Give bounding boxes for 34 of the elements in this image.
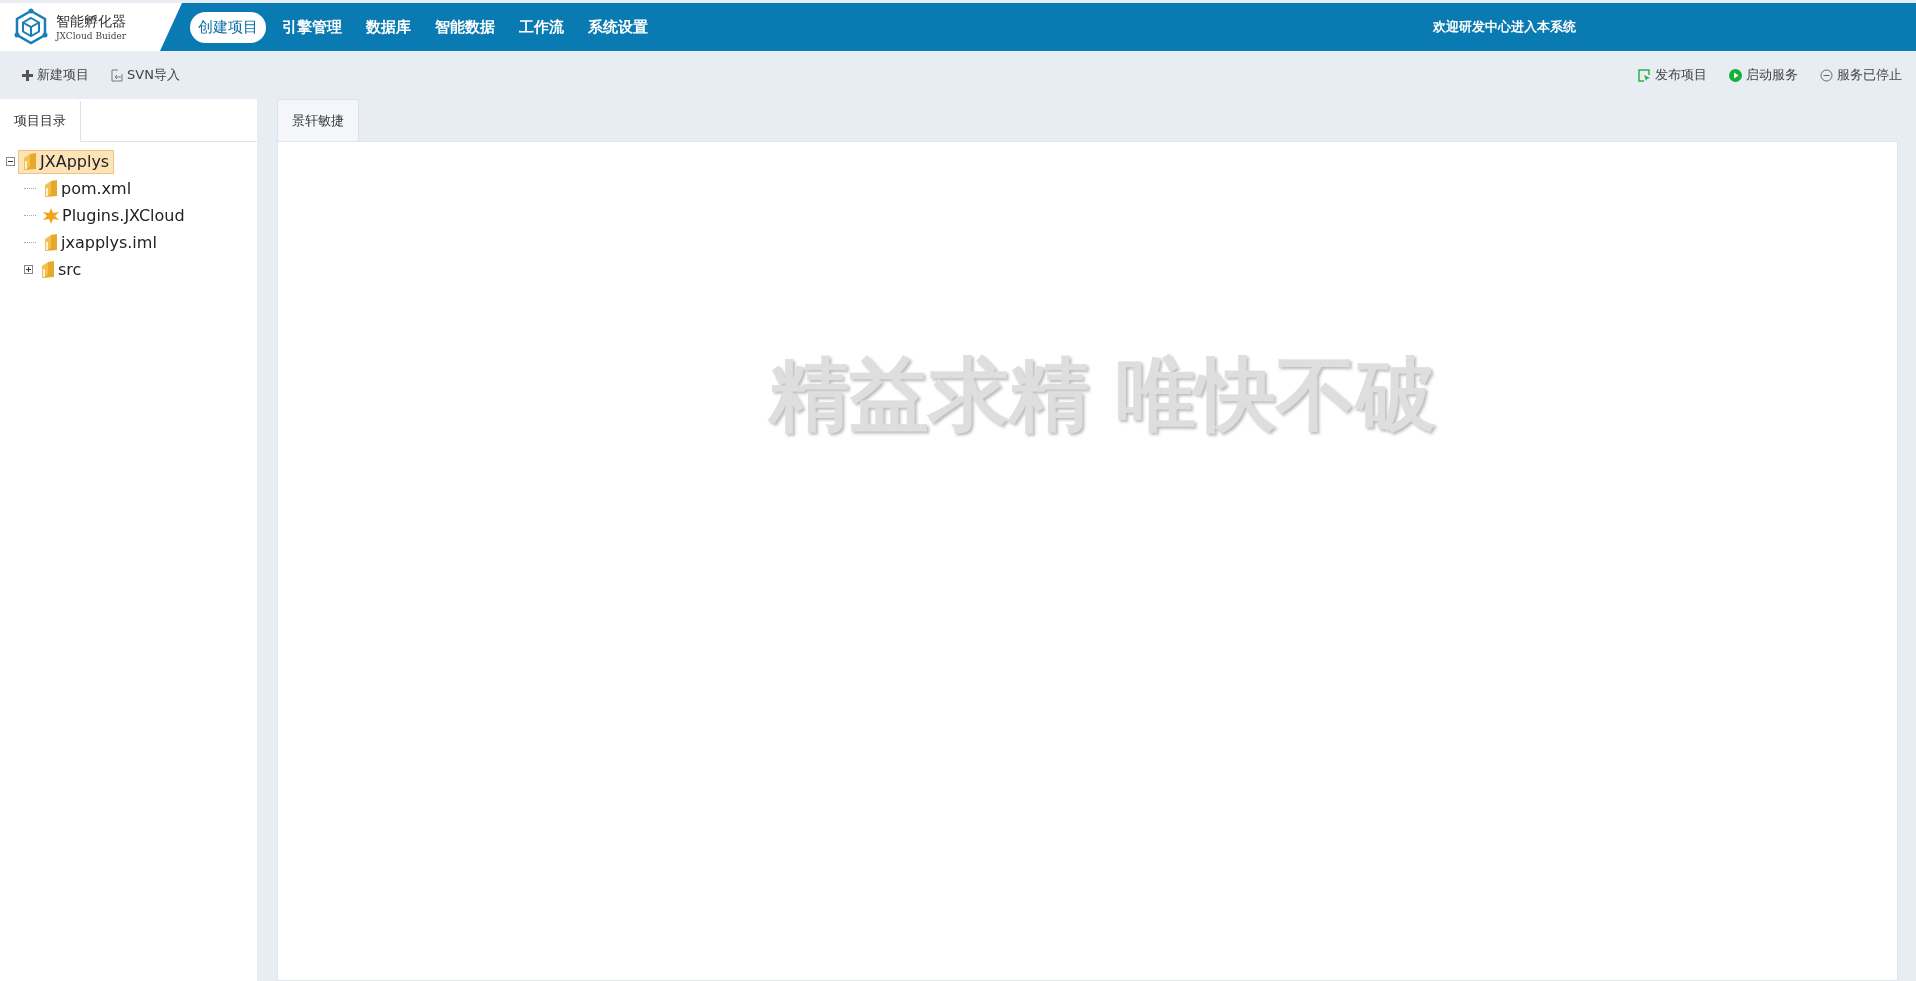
tree-item[interactable]: JXApplys — [18, 149, 115, 174]
collapse-toggle-icon[interactable] — [6, 157, 15, 166]
folder-icon — [21, 151, 38, 172]
minus-circle-icon — [1820, 68, 1833, 82]
folder-icon — [42, 232, 59, 253]
import-icon — [111, 68, 123, 82]
play-icon — [1729, 68, 1742, 82]
tree-item[interactable]: pom.xml — [39, 176, 137, 201]
welcome-text: 欢迎研发中心进入本系统 — [1433, 18, 1576, 36]
content-tab[interactable]: 景轩敏捷 — [277, 99, 359, 142]
tree-item[interactable]: src — [36, 257, 87, 282]
nav-tab[interactable]: 工作流 — [511, 11, 572, 43]
tree-item[interactable]: Plugins.JXCloud — [39, 204, 190, 227]
tree-item[interactable]: jxapplys.iml — [39, 230, 162, 255]
nav-tab[interactable]: 数据库 — [358, 11, 419, 43]
folder-icon — [42, 178, 59, 199]
toolbar-button[interactable]: 启动服务 — [1727, 64, 1800, 86]
logo-title: 智能孵化器 — [56, 13, 127, 31]
toolbar-button[interactable]: 服务已停止 — [1818, 64, 1904, 86]
toolbar-button[interactable]: SVN导入 — [109, 64, 182, 86]
nav-tab[interactable]: 智能数据 — [427, 11, 503, 43]
logo-subtitle: JXCloud Buider — [56, 31, 127, 41]
publish-icon — [1638, 68, 1651, 82]
nav-tab[interactable]: 系统设置 — [580, 11, 656, 43]
toolbar-button[interactable]: 发布项目 — [1636, 64, 1709, 86]
cube-logo-icon — [12, 8, 50, 46]
toolbar-button[interactable]: 新建项目 — [20, 64, 91, 86]
nav-tab[interactable]: 创建项目 — [190, 11, 266, 43]
nav-tab[interactable]: 引擎管理 — [274, 11, 350, 43]
sidebar-tab[interactable]: 项目目录 — [0, 100, 81, 142]
slogan-text: 精益求精 唯快不破 — [768, 347, 1437, 442]
folder-icon — [39, 259, 56, 280]
plus-icon — [22, 69, 33, 81]
expand-toggle-icon[interactable] — [24, 265, 33, 274]
